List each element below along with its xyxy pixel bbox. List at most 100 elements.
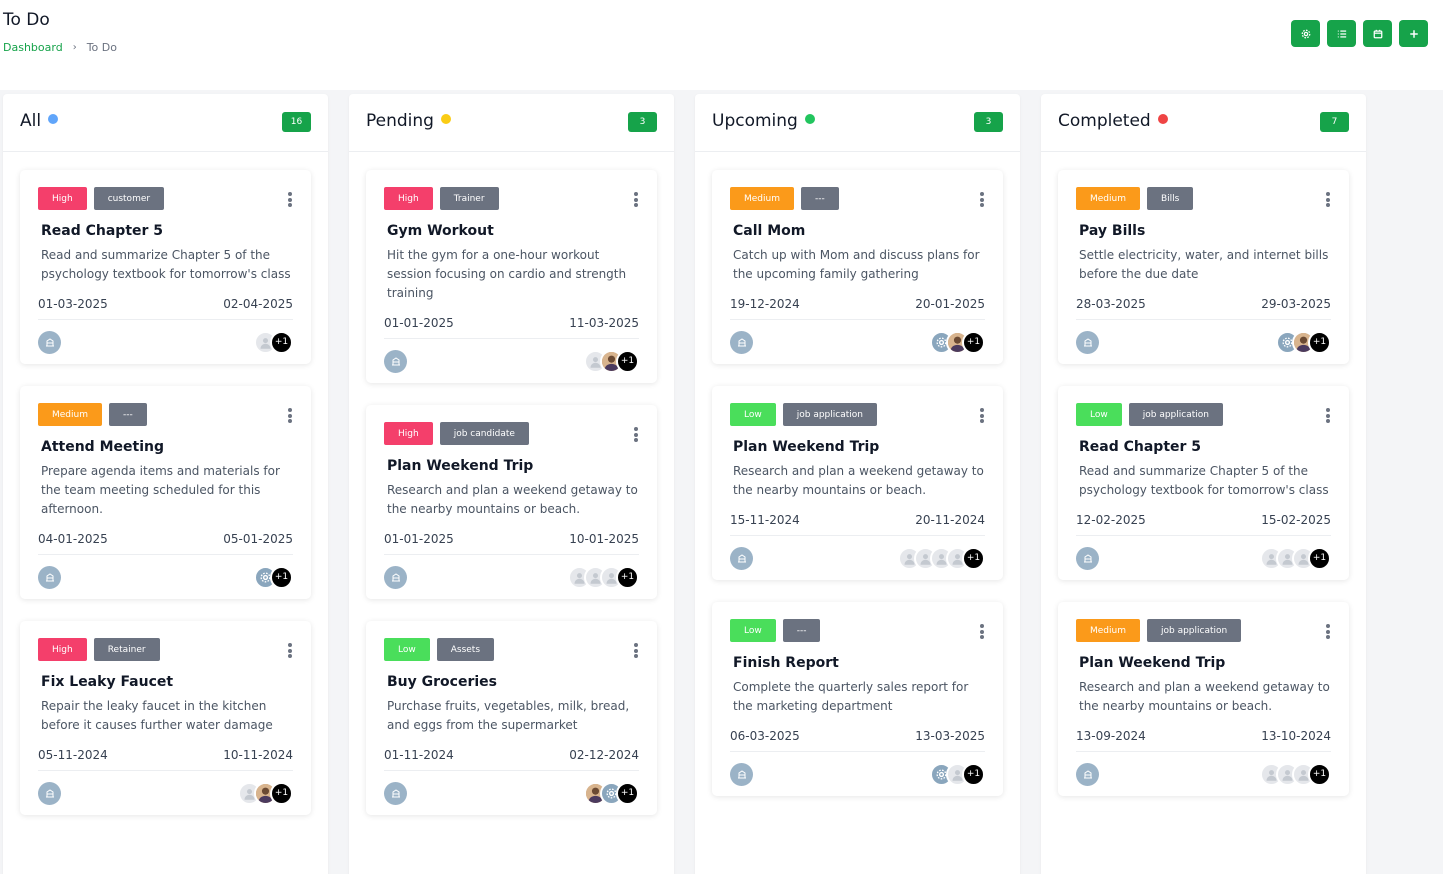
column-header: All 16 [3,94,328,152]
start-date: 05-11-2024 [38,748,108,762]
more-assignees-badge[interactable]: +1 [1308,330,1331,354]
card-footer: +1 [730,752,985,796]
more-assignees-badge[interactable]: +1 [962,330,985,354]
task-card[interactable]: Low job application Read Chapter 5 Read and… [1058,386,1349,580]
list-view-button[interactable] [1327,20,1356,47]
start-date: 12-02-2025 [1076,513,1146,527]
breadcrumb-dashboard-link[interactable]: Dashboard [3,41,63,54]
project-icon [730,546,753,570]
task-card[interactable]: High Trainer Gym Workout Hit the gym for a … [366,170,657,383]
task-card[interactable]: Low job application Plan Weekend Trip Resea… [712,386,1003,580]
card-tags: High job candidate [384,422,639,445]
assignee-avatars: +1 [254,565,293,589]
task-dates: 04-01-2025 05-01-2025 [38,532,293,555]
settings-button[interactable] [1291,20,1320,47]
category-badge: job application [1147,619,1242,642]
task-description: Settle electricity, water, and internet … [1079,248,1329,281]
task-title: Plan Weekend Trip [1079,655,1226,671]
category-badge: --- [801,187,839,210]
category-badge: Assets [436,638,495,661]
task-card[interactable]: High customer Read Chapter 5 Read and summa… [20,170,311,364]
assignee-avatars: +1 [898,546,985,570]
calendar-view-button[interactable] [1363,20,1392,47]
project-icon [730,330,753,354]
column-status-dot [441,114,451,124]
task-card[interactable]: High Retainer Fix Leaky Faucet Repair the l… [20,621,311,815]
more-assignees-badge[interactable]: +1 [1308,546,1331,570]
task-card[interactable]: High job candidate Plan Weekend Trip Resear… [366,405,657,599]
card-list: High customer Read Chapter 5 Read and summa… [3,152,328,815]
more-options-icon[interactable] [633,643,639,658]
category-badge: Retainer [93,638,160,661]
task-title: Read Chapter 5 [1079,439,1202,455]
card-tags: Medium Bills [1076,187,1331,210]
more-assignees-badge[interactable]: +1 [270,330,293,354]
more-options-icon[interactable] [1325,624,1331,639]
more-options-icon[interactable] [979,192,985,207]
due-date: 20-11-2024 [915,513,985,527]
more-assignees-badge[interactable]: +1 [270,781,293,805]
start-date: 01-01-2025 [384,532,454,546]
column-status-dot [1158,114,1168,124]
more-options-icon[interactable] [287,192,293,207]
column-title: Upcoming [712,111,798,131]
priority-badge: Low [1076,403,1122,426]
task-card[interactable]: Medium Bills Pay Bills Settle electricity, … [1058,170,1349,364]
task-title: Fix Leaky Faucet [41,674,174,690]
priority-badge: Medium [1076,187,1140,210]
card-footer: +1 [730,536,985,580]
task-dates: 01-11-2024 02-12-2024 [384,748,639,771]
breadcrumb-separator: › [72,42,77,53]
more-assignees-badge[interactable]: +1 [962,546,985,570]
priority-badge: Medium [38,403,102,426]
more-options-icon[interactable] [287,408,293,423]
more-assignees-badge[interactable]: +1 [1308,762,1331,786]
more-assignees-badge[interactable]: +1 [616,565,639,589]
more-options-icon[interactable] [1325,408,1331,423]
task-dates: 12-02-2025 15-02-2025 [1076,513,1331,536]
due-date: 10-11-2024 [223,748,293,762]
task-card[interactable]: Medium job application Plan Weekend Trip Re… [1058,602,1349,796]
project-icon [730,762,753,786]
view-toolbar [1291,20,1428,47]
more-options-icon[interactable] [633,192,639,207]
more-options-icon[interactable] [633,427,639,442]
task-card[interactable]: Low --- Finish Report Complete the quarterl… [712,602,1003,796]
assignee-avatars: +1 [238,781,293,805]
priority-badge: High [38,638,87,661]
task-dates: 28-03-2025 29-03-2025 [1076,297,1331,320]
card-tags: Low Assets [384,638,639,661]
task-dates: 01-01-2025 11-03-2025 [384,316,639,339]
project-icon [1076,330,1099,354]
task-description: Hit the gym for a one-hour workout sessi… [387,248,627,300]
task-card[interactable]: Low Assets Buy Groceries Purchase fruits, v… [366,621,657,815]
assignee-avatars: +1 [568,565,639,589]
project-icon [38,330,61,354]
start-date: 13-09-2024 [1076,729,1146,743]
column-pending: Pending 3 High Trainer Gym Workout Hit the gy… [349,94,674,874]
task-card[interactable]: Medium --- Call Mom Catch up with Mom and d… [712,170,1003,364]
start-date: 19-12-2024 [730,297,800,311]
task-title: Plan Weekend Trip [387,458,534,474]
more-options-icon[interactable] [1325,192,1331,207]
more-assignees-badge[interactable]: +1 [616,349,639,373]
card-footer: +1 [384,339,639,383]
due-date: 11-03-2025 [569,316,639,330]
more-options-icon[interactable] [287,643,293,658]
more-options-icon[interactable] [979,624,985,639]
column-upcoming: Upcoming 3 Medium --- Call Mom Catch up with … [695,94,1020,874]
due-date: 10-01-2025 [569,532,639,546]
column-completed: Completed 7 Medium Bills Pay Bills Settle ele… [1041,94,1366,874]
more-assignees-badge[interactable]: +1 [962,762,985,786]
more-assignees-badge[interactable]: +1 [616,781,639,805]
more-options-icon[interactable] [979,408,985,423]
task-dates: 01-03-2025 02-04-2025 [38,297,293,320]
breadcrumb: Dashboard › To Do [3,41,117,54]
due-date: 02-04-2025 [223,297,293,311]
card-list: High Trainer Gym Workout Hit the gym for a … [349,152,674,815]
task-dates: 06-03-2025 13-03-2025 [730,729,985,752]
more-assignees-badge[interactable]: +1 [270,565,293,589]
task-card[interactable]: Medium --- Attend Meeting Prepare agenda it… [20,386,311,599]
add-task-button[interactable] [1399,20,1428,47]
task-title: Read Chapter 5 [41,223,164,239]
